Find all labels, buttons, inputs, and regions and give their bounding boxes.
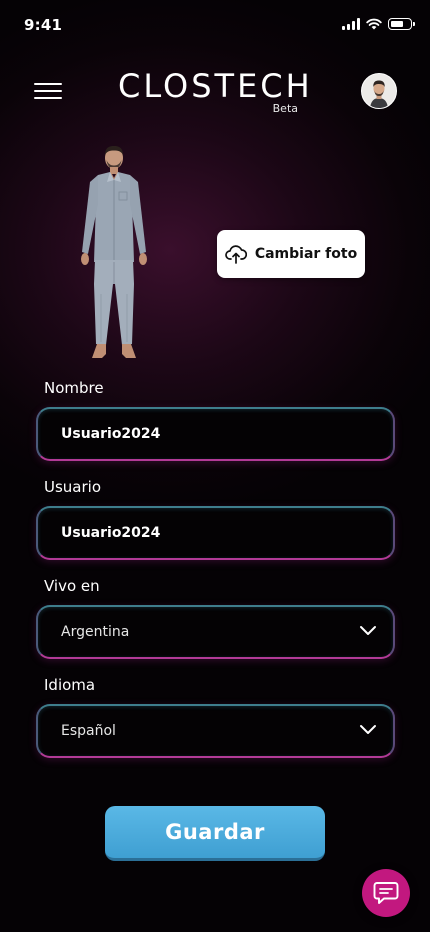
chevron-down-icon [360, 626, 376, 635]
status-bar: 9:41 [0, 0, 430, 50]
signal-icon [342, 18, 360, 30]
name-label: Nombre [44, 379, 104, 397]
location-label: Vivo en [44, 577, 100, 595]
language-select[interactable]: Español [36, 704, 395, 758]
status-icons [342, 18, 415, 30]
user-photo [81, 146, 147, 358]
change-photo-label: Cambiar foto [254, 246, 358, 262]
change-photo-button[interactable]: Cambiar foto [217, 230, 365, 278]
status-time: 9:41 [24, 16, 63, 34]
location-value: Argentina [61, 624, 130, 640]
language-label: Idioma [44, 676, 96, 694]
chat-bubble-icon [373, 882, 399, 904]
username-value: Usuario2024 [61, 525, 161, 541]
beta-badge: Beta [272, 102, 298, 115]
username-label: Usuario [44, 478, 102, 496]
wifi-icon [366, 18, 382, 30]
save-button[interactable]: Guardar [105, 806, 325, 861]
hamburger-menu-icon[interactable] [34, 80, 62, 102]
app-logo: CLOSTECH Beta [118, 66, 313, 115]
chevron-down-icon [360, 725, 376, 734]
save-button-label: Guardar [165, 820, 265, 844]
location-select[interactable]: Argentina [36, 605, 395, 659]
name-field[interactable]: Usuario2024 [36, 407, 395, 461]
logo-text: CLOSTECH [118, 67, 313, 105]
username-field[interactable]: Usuario2024 [36, 506, 395, 560]
chat-button[interactable] [362, 869, 410, 917]
avatar[interactable] [361, 73, 397, 109]
language-value: Español [61, 723, 116, 739]
cloud-upload-icon [224, 245, 247, 264]
name-value: Usuario2024 [61, 426, 161, 442]
user-avatar-icon [362, 74, 396, 108]
battery-icon [388, 18, 415, 30]
